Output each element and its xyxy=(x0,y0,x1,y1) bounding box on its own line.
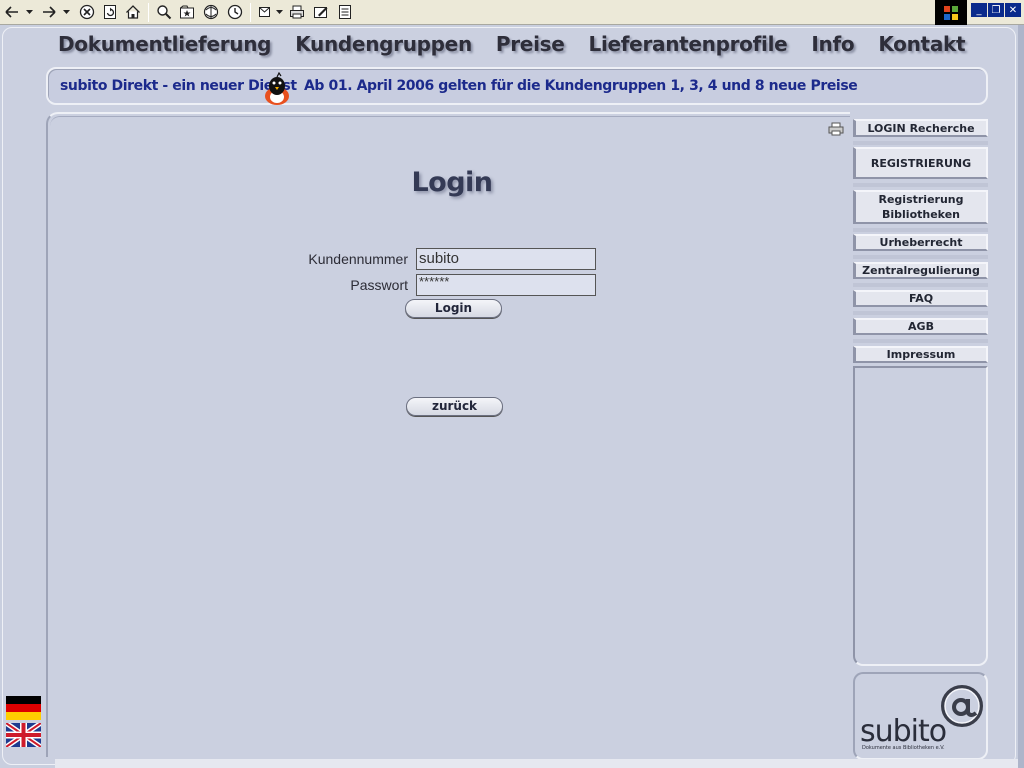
nav-preise[interactable]: Preise xyxy=(496,32,565,56)
sidebar-item-zentralregulierung[interactable]: Zentralregulierung xyxy=(853,262,988,279)
mail-dropdown-icon[interactable] xyxy=(276,9,283,15)
favorites-icon[interactable] xyxy=(178,3,196,21)
sidebar-item-login-recherche[interactable]: LOGIN Recherche xyxy=(853,119,988,137)
mail-icon[interactable] xyxy=(257,3,275,21)
uk-flag-icon[interactable] xyxy=(6,723,41,747)
sidebar-item-impressum[interactable]: Impressum xyxy=(853,346,988,363)
forward-dropdown-icon[interactable] xyxy=(63,9,70,15)
nav-kundengruppen[interactable]: Kundengruppen xyxy=(295,32,472,56)
web-page: Dokumentlieferung Kundengruppen Preise L… xyxy=(0,25,1024,768)
home-icon[interactable] xyxy=(124,3,142,21)
sidebar-item-agb[interactable]: AGB xyxy=(853,318,988,335)
sidebar-item-faq[interactable]: FAQ xyxy=(853,290,988,307)
nav-dokumentlieferung[interactable]: Dokumentlieferung xyxy=(58,32,271,56)
forward-icon[interactable] xyxy=(40,3,58,21)
close-icon[interactable]: ✕ xyxy=(1005,3,1021,17)
nav-kontakt[interactable]: Kontakt xyxy=(878,32,965,56)
search-icon[interactable] xyxy=(155,3,173,21)
nav-info[interactable]: Info xyxy=(811,32,854,56)
customer-number-input[interactable]: subito xyxy=(416,248,596,270)
minimize-icon[interactable]: _ xyxy=(971,3,987,17)
restore-icon[interactable]: ❐ xyxy=(988,3,1004,17)
password-input[interactable]: ****** xyxy=(416,274,596,296)
page-edge xyxy=(1018,25,1024,768)
login-button[interactable]: Login xyxy=(405,299,502,318)
sidebar: LOGIN Recherche REGISTRIERUNG Registrier… xyxy=(853,112,989,667)
printer-icon[interactable] xyxy=(828,122,844,136)
content-inner: Login Kundennummer subito Passwort *****… xyxy=(50,116,850,757)
sidebar-item-urheberrecht[interactable]: Urheberrecht xyxy=(853,234,988,251)
browser-toolbar: _ ❐ ✕ xyxy=(0,0,1024,25)
content-panel: Login Kundennummer subito Passwort *****… xyxy=(46,112,850,757)
subito-logo[interactable]: subito Dokumente aus Bibliotheken e.V. xyxy=(853,672,988,760)
page-title: Login xyxy=(411,167,493,198)
sidebar-item-registrierung-bibliotheken[interactable]: Registrierung Bibliotheken xyxy=(853,190,988,224)
german-flag-icon[interactable] xyxy=(6,696,41,720)
edit-icon[interactable] xyxy=(312,3,330,21)
windows-logo-icon xyxy=(935,0,967,25)
history-icon[interactable] xyxy=(226,3,244,21)
main-nav: Dokumentlieferung Kundengruppen Preise L… xyxy=(58,32,989,56)
discuss-icon[interactable] xyxy=(336,3,354,21)
ticker-news[interactable]: Ab 01. April 2006 gelten für die Kundeng… xyxy=(304,78,858,94)
customer-number-label: Kundennummer xyxy=(308,251,408,267)
nav-lieferantenprofile[interactable]: Lieferantenprofile xyxy=(589,32,788,56)
media-icon[interactable] xyxy=(202,3,220,21)
back-icon[interactable] xyxy=(3,3,21,21)
refresh-icon[interactable] xyxy=(101,3,119,21)
logo-wordmark: subito xyxy=(860,714,947,749)
news-ticker: subito Direkt - ein neuer Dienst Ab 01. … xyxy=(46,67,988,105)
sidebar-panel xyxy=(853,366,988,666)
sidebar-item-registrierung[interactable]: REGISTRIERUNG xyxy=(853,147,988,179)
penguin-icon xyxy=(265,72,289,105)
page-bottom-bar xyxy=(55,759,1018,768)
stop-icon[interactable] xyxy=(78,3,96,21)
back-dropdown-icon[interactable] xyxy=(26,9,33,15)
logo-tagline: Dokumente aus Bibliotheken e.V. xyxy=(862,745,945,751)
print-icon[interactable] xyxy=(288,3,306,21)
password-label: Passwort xyxy=(350,277,408,293)
back-button[interactable]: zurück xyxy=(406,397,503,416)
